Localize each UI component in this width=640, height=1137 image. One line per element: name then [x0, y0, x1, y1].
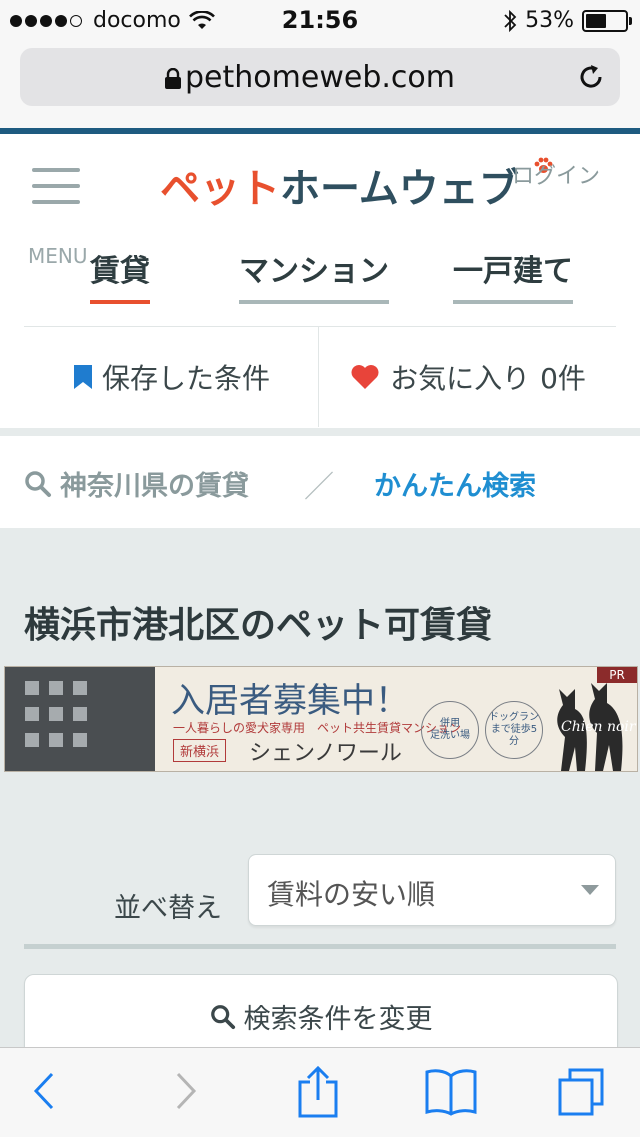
banner-area-tag: 新横浜	[173, 739, 227, 762]
menu-button[interactable]: MENU	[28, 164, 92, 268]
tab-underline	[90, 300, 150, 304]
browser-toolbar	[0, 1047, 640, 1137]
tab-rent-label: 賃貸	[90, 254, 150, 289]
chevron-down-icon	[581, 885, 599, 895]
share-icon[interactable]	[296, 1066, 340, 1118]
section-divider	[24, 944, 616, 949]
battery-percent: 53%	[525, 8, 574, 33]
page-title: 横浜市港北区のペット可賃貸	[24, 605, 493, 646]
bookmarks-icon[interactable]	[424, 1066, 478, 1116]
banner-title: 入居者募集中！	[171, 681, 409, 721]
heart-icon	[351, 365, 379, 389]
tab-underline	[239, 300, 389, 304]
banner-ad[interactable]: 入居者募集中！ 一人暮らしの愛犬家専用 ペット共生賃貸マンション 新横浜 シェン…	[4, 666, 638, 772]
status-bar: docomo 21:56 53%	[0, 0, 640, 40]
tab-rent[interactable]: 賃貸	[90, 246, 150, 304]
user-tools: 保存した条件 お気に入り 0件	[24, 326, 616, 427]
back-icon[interactable]	[30, 1066, 60, 1116]
browser-address-area: pethomeweb.com	[0, 40, 640, 128]
breadcrumb-region-link[interactable]: 神奈川県の賃貸	[24, 464, 249, 503]
tabs-icon[interactable]	[556, 1066, 606, 1118]
search-icon	[210, 1004, 235, 1029]
change-search-inner: 検索条件を変更	[25, 997, 617, 1036]
hamburger-icon	[32, 168, 80, 172]
bookmark-icon	[73, 365, 92, 389]
tab-mansion-label: マンション	[239, 254, 389, 289]
building-image	[5, 667, 155, 771]
tab-house-label: 一戸建て	[453, 254, 573, 289]
saved-conditions-button[interactable]: 保存した条件	[24, 327, 318, 427]
pr-badge: PR	[597, 667, 637, 683]
logo-text-homeweb: ホームウェブ	[280, 166, 519, 212]
site-logo[interactable]: ペットホームウェブ	[160, 156, 553, 212]
address-bar[interactable]: pethomeweb.com	[20, 48, 620, 106]
tab-house[interactable]: 一戸建て	[453, 246, 573, 304]
sort-selected-value: 賃料の安い順	[267, 878, 436, 911]
saved-conditions-label: 保存した条件	[101, 362, 270, 395]
tab-mansion[interactable]: マンション	[239, 246, 389, 304]
bluetooth-icon	[504, 9, 517, 32]
breadcrumb-region-label: 神奈川県の賃貸	[60, 471, 249, 502]
site-header: MENU ペットホームウェブ ログイン 賃貸 マンション 一戸建て 保存した条件…	[0, 134, 640, 428]
banner-feature-dogrun: ドッグラン まで徒歩5分	[485, 701, 543, 759]
tab-underline	[453, 300, 573, 304]
banner-subtitle: 一人暮らしの愛犬家専用 ペット共生賃貸マンション	[173, 721, 462, 735]
banner-property-name: シェンノワール	[249, 741, 402, 766]
status-right: 53%	[503, 8, 632, 33]
search-icon	[25, 470, 51, 497]
favorites-label: お気に入り	[390, 362, 531, 395]
logo-text-pet: ペット	[160, 166, 280, 212]
forward-icon[interactable]	[170, 1066, 200, 1116]
divider	[318, 327, 319, 427]
banner-feature-wash: 併用 足洗い場	[421, 701, 479, 759]
breadcrumb: 神奈川県の賃貸 ／ かんたん検索	[0, 436, 640, 528]
banner-brand: Chien noir	[561, 719, 636, 735]
battery-icon	[582, 9, 632, 32]
reload-icon[interactable]	[576, 62, 606, 92]
change-search-label: 検索条件を変更	[243, 1004, 433, 1035]
menu-label: MENU	[28, 244, 88, 268]
favorites-count: 0件	[540, 362, 586, 395]
url-text: pethomeweb.com	[185, 60, 455, 95]
breadcrumb-current[interactable]: かんたん検索	[374, 464, 536, 503]
favorites-button[interactable]: お気に入り 0件	[320, 327, 616, 427]
sort-label: 並べ替え	[114, 893, 222, 924]
breadcrumb-separator: ／	[304, 470, 334, 505]
login-link[interactable]: ログイン	[512, 158, 600, 190]
sort-select[interactable]: 賃料の安い順	[248, 854, 616, 926]
